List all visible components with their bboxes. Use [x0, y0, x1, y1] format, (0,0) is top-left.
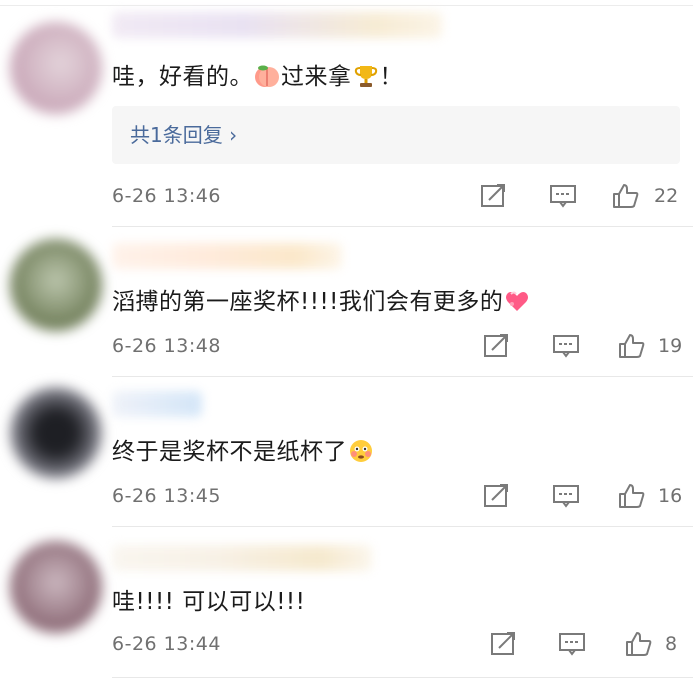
comment-item-3: 终于是奖杯不是纸杯了 6-26 13:45 16	[0, 377, 693, 527]
comment-icon[interactable]	[549, 183, 577, 209]
share-icon[interactable]	[483, 483, 511, 509]
avatar[interactable]	[10, 22, 102, 114]
comment-text: 滔搏的第一座奖杯!!!!我们会有更多的	[112, 287, 531, 317]
comment-text: 哇!!!! 可以可以!!!	[112, 589, 306, 615]
comment-meta: 6-26 13:48 19	[112, 331, 693, 361]
comment-icon[interactable]	[552, 483, 580, 509]
comment-item-4: 哇!!!! 可以可以!!! 6-26 13:44 8	[0, 527, 693, 682]
comment-icon[interactable]	[552, 333, 580, 359]
share-icon[interactable]	[480, 183, 508, 209]
comment-item-1: 哇，好看的。 过来拿！ 共1条回复 › 6-26 13:46 22	[0, 0, 693, 227]
comment-item-2: 滔搏的第一座奖杯!!!!我们会有更多的 6-26 13:48 19	[0, 227, 693, 377]
avatar[interactable]	[10, 239, 102, 331]
flushed-face-emoji-icon	[350, 440, 372, 462]
comment-icon[interactable]	[558, 631, 586, 657]
like-count: 19	[658, 335, 683, 357]
trophy-emoji-icon	[354, 66, 377, 87]
comment-meta: 6-26 13:45 16	[112, 481, 693, 511]
avatar[interactable]	[10, 387, 102, 479]
thumbs-up-icon[interactable]	[612, 183, 640, 209]
timestamp: 6-26 13:48	[112, 335, 221, 357]
like-count: 16	[658, 485, 683, 507]
divider	[112, 677, 693, 678]
replies-box[interactable]: 共1条回复 ›	[112, 106, 680, 164]
username-blurred[interactable]	[112, 545, 372, 571]
like-count: 8	[665, 633, 678, 655]
avatar[interactable]	[10, 541, 102, 633]
comment-text: 哇，好看的。 过来拿！	[112, 64, 403, 90]
comment-meta: 6-26 13:46 22	[112, 181, 693, 211]
thumbs-up-icon[interactable]	[625, 631, 653, 657]
share-icon[interactable]	[490, 631, 518, 657]
timestamp: 6-26 13:46	[112, 185, 221, 207]
username-blurred[interactable]	[112, 12, 442, 38]
timestamp: 6-26 13:45	[112, 485, 221, 507]
username-blurred[interactable]	[112, 391, 202, 417]
share-icon[interactable]	[483, 333, 511, 359]
timestamp: 6-26 13:44	[112, 633, 221, 655]
comment-text: 终于是奖杯不是纸杯了	[112, 437, 375, 467]
view-replies-link[interactable]: 共1条回复 ›	[130, 120, 237, 150]
comment-meta: 6-26 13:44 8	[112, 629, 693, 659]
thumbs-up-icon[interactable]	[618, 483, 646, 509]
username-blurred[interactable]	[112, 243, 342, 269]
like-count: 22	[654, 185, 679, 207]
thumbs-up-icon[interactable]	[618, 333, 646, 359]
heart-gift-emoji-icon	[506, 291, 529, 311]
peach-emoji-icon	[255, 65, 279, 87]
